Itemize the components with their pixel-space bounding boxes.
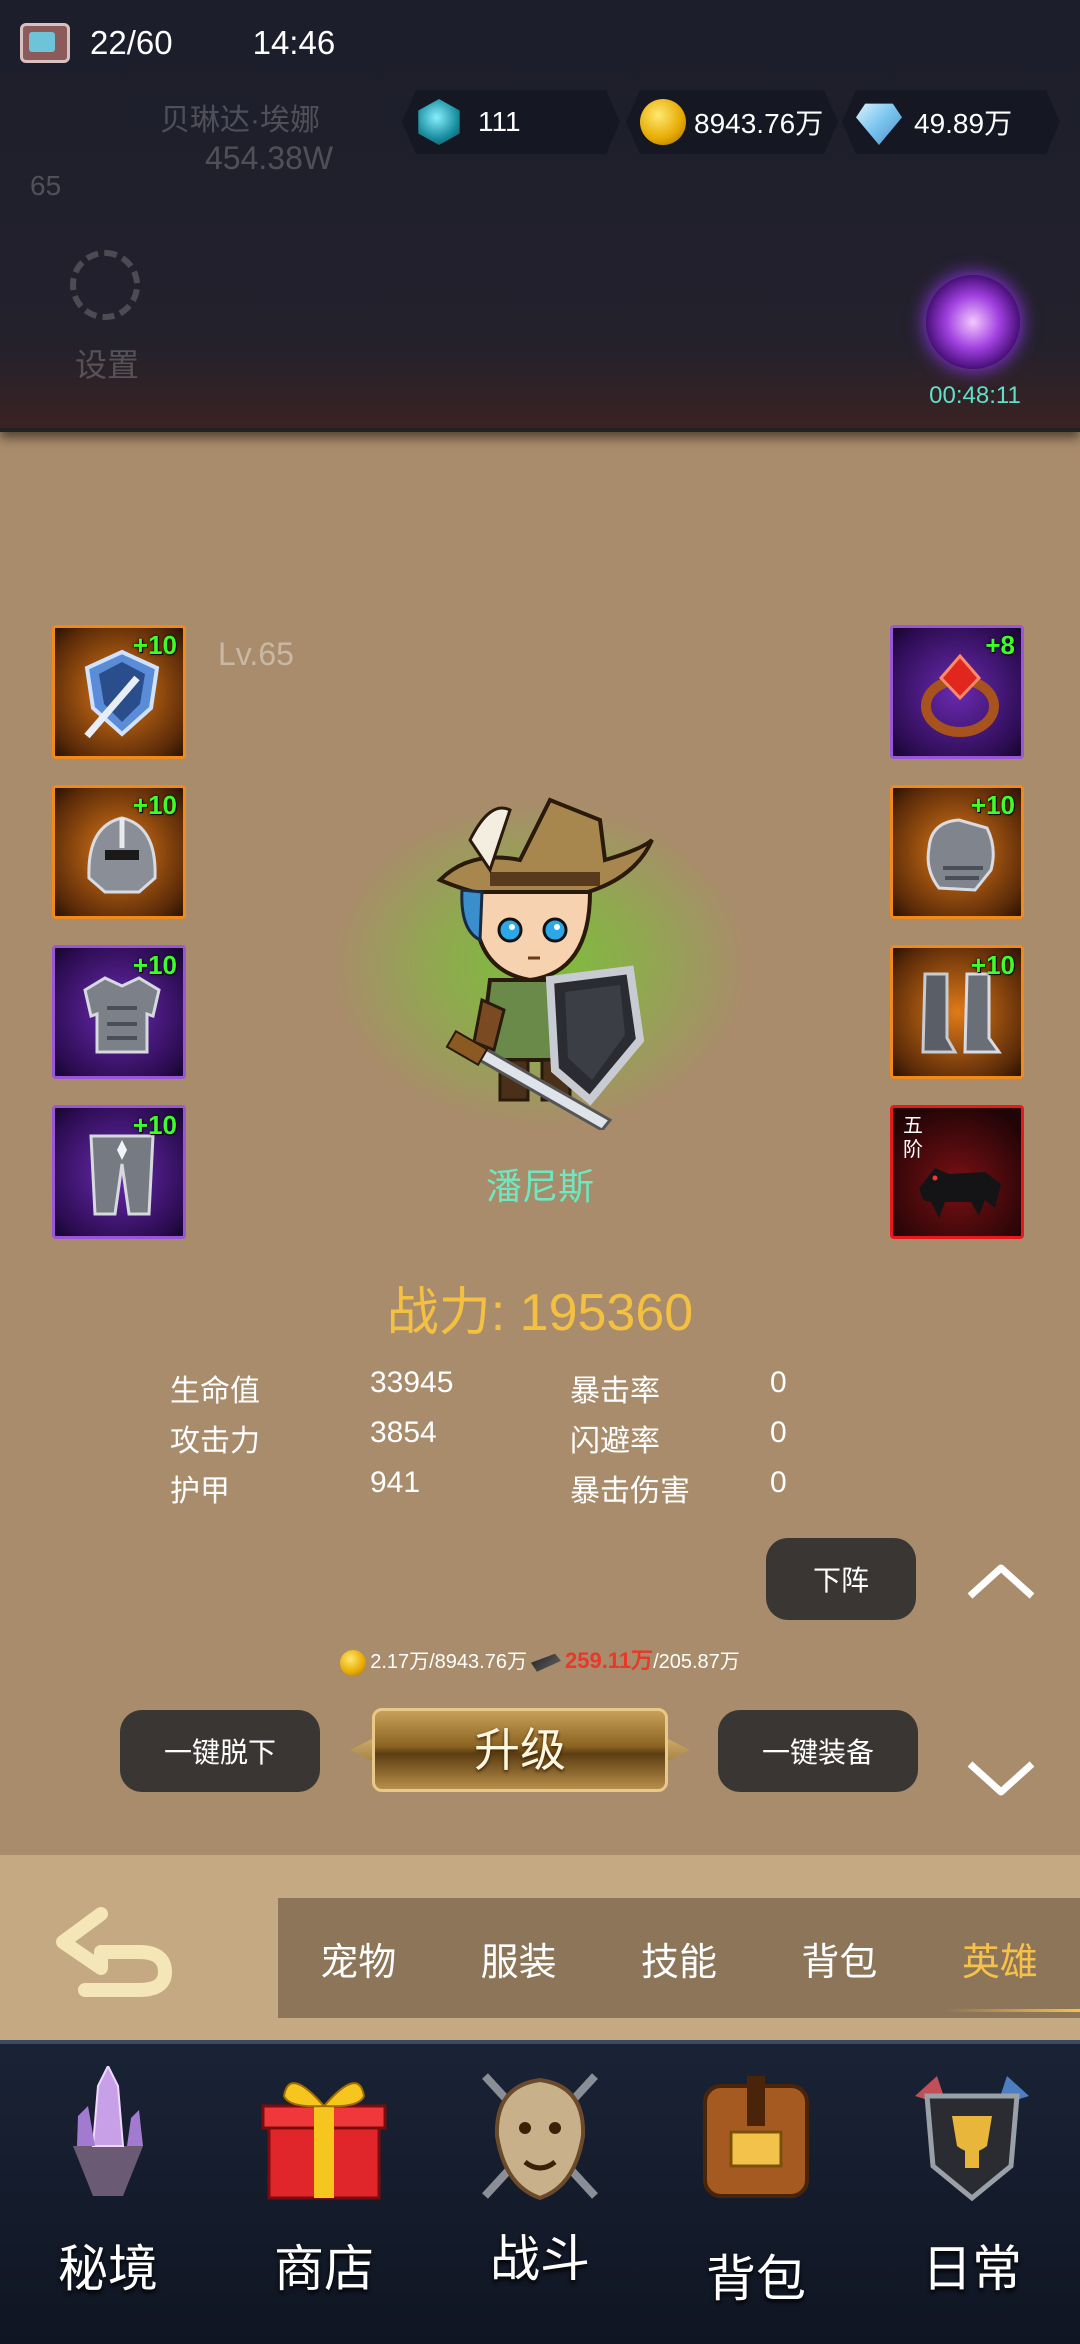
equip-slot-gloves[interactable]: +10: [890, 785, 1024, 919]
gold-cost: 2.17万/8943.76万: [370, 1651, 527, 1673]
tab-hero[interactable]: 英雄: [920, 1931, 1080, 2012]
hero-level: Lv.65: [218, 636, 294, 672]
gold-amount: 8943.76万: [694, 108, 824, 139]
enhance-level: +10: [132, 1110, 177, 1140]
equip-slot-weapon[interactable]: +10: [52, 625, 186, 759]
stat-label-attack: 攻击力: [170, 1425, 260, 1458]
gold-currency[interactable]: 8943.76万: [626, 90, 838, 154]
nav-battle[interactable]: 战斗: [432, 2044, 648, 2344]
nav-label: 商店: [274, 2241, 374, 2297]
stat-value-crit-rate: 0: [770, 1366, 787, 1399]
tv-icon[interactable]: [20, 23, 70, 63]
upgrade-button-label: 升级: [474, 1724, 566, 1776]
player-info-faded: 贝琳达·埃娜 454.38W 65 设置: [30, 85, 334, 415]
nav-label: 战斗: [490, 2231, 590, 2287]
nav-secret-realm[interactable]: 秘境: [0, 2044, 216, 2344]
clock: 14:46: [252, 24, 336, 61]
stat-value-attack: 3854: [370, 1416, 437, 1449]
hero-tabs: 宠物 服装 技能 背包 英雄: [278, 1898, 1080, 2018]
player-power: 454.38W: [205, 140, 334, 176]
tab-costume[interactable]: 服装: [438, 1931, 598, 1986]
crystal-icon: [416, 99, 462, 145]
gold-coin-icon: [340, 1649, 367, 1676]
magic-orb-icon[interactable]: [926, 275, 1020, 369]
enhance-level: +10: [132, 790, 177, 820]
upgrade-button[interactable]: 升级: [350, 1700, 690, 1800]
shield-sword-icon: [84, 649, 160, 739]
enhance-level: +10: [970, 790, 1015, 820]
diamond-currency[interactable]: 49.89万: [842, 90, 1060, 154]
stat-value-crit-damage: 0: [770, 1466, 787, 1499]
hero-character[interactable]: [430, 780, 660, 1130]
gear-icon: [70, 250, 140, 320]
equip-slot-boots[interactable]: +10: [890, 945, 1024, 1079]
equip-all-button[interactable]: 一键装备: [718, 1710, 918, 1792]
diamond-amount: 49.89万: [914, 108, 1013, 139]
nav-daily[interactable]: 日常: [864, 2044, 1080, 2344]
combat-power: 战力: 195360: [386, 1284, 694, 1342]
status-row: 22/60 14:46: [20, 18, 335, 68]
stat-label-armor: 护甲: [170, 1475, 230, 1508]
tab-skill[interactable]: 技能: [599, 1931, 759, 1986]
enhance-level: +10: [132, 950, 177, 980]
hero-name: 潘尼斯: [485, 1166, 594, 1207]
stat-label-dodge: 闪避率: [570, 1425, 660, 1458]
tab-backpack[interactable]: 背包: [759, 1931, 919, 1986]
orb-timer: 00:48:11: [929, 382, 1021, 409]
enhance-level: +10: [970, 950, 1015, 980]
gift-box-icon: [261, 2082, 387, 2200]
gauntlet-icon: [926, 818, 995, 892]
back-arrow-icon[interactable]: [55, 1900, 185, 2000]
stamina-counter: 22/60: [90, 24, 173, 61]
equip-slot-chest[interactable]: +10: [52, 945, 186, 1079]
nav-label: 背包: [706, 2251, 806, 2307]
stat-label-hp: 生命值: [170, 1375, 260, 1408]
stat-label-crit-rate: 暴击率: [570, 1375, 660, 1408]
crystal-amount: 111: [478, 106, 521, 137]
stat-value-dodge: 0: [770, 1416, 787, 1449]
settings-label: 设置: [75, 347, 140, 383]
lion-crest-icon: [482, 2073, 598, 2201]
upgrade-cost: 2.17万/8943.76万 259.11万/205.87万: [0, 1643, 1080, 1676]
nav-backpack[interactable]: 背包: [648, 2044, 864, 2344]
nav-label: 日常: [922, 2241, 1022, 2297]
ring-icon: [921, 653, 999, 737]
nav-label: 秘境: [58, 2241, 158, 2297]
backpack-icon: [703, 2076, 809, 2198]
chevron-down-icon[interactable]: [966, 1758, 1036, 1798]
gold-coin-icon: [640, 99, 686, 145]
stat-value-hp: 33945: [370, 1366, 454, 1399]
mount-tier: 五阶: [903, 1115, 923, 1161]
tab-pet[interactable]: 宠物: [278, 1931, 438, 1986]
material-need: /205.87万: [653, 1651, 740, 1673]
enhance-level: +10: [132, 630, 177, 660]
material-icon: [530, 1653, 561, 1672]
trophy-shield-icon: [915, 2076, 1029, 2202]
dismiss-button[interactable]: 下阵: [766, 1538, 916, 1620]
main-nav: 秘境 商店 战斗 背包 日常: [0, 2040, 1080, 2344]
diamond-icon: [856, 99, 902, 145]
stat-value-armor: 941: [370, 1466, 421, 1499]
equip-slot-ring[interactable]: +8: [890, 625, 1024, 759]
player-level: 65: [30, 170, 62, 201]
nav-shop[interactable]: 商店: [216, 2044, 432, 2344]
crystal-currency[interactable]: 111: [402, 90, 620, 154]
crystal-island-icon: [73, 2066, 143, 2196]
helmet-icon: [87, 816, 157, 894]
unequip-all-button[interactable]: 一键脱下: [120, 1710, 320, 1792]
material-have: 259.11万: [564, 1648, 654, 1673]
chest-armor-icon: [83, 976, 161, 1054]
equip-slot-helmet[interactable]: +10: [52, 785, 186, 919]
enhance-level: +8: [985, 630, 1015, 660]
stat-label-crit-damage: 暴击伤害: [570, 1475, 690, 1508]
boots-icon: [921, 972, 1002, 1054]
chevron-up-icon[interactable]: [966, 1562, 1036, 1602]
player-name: 贝琳达·埃娜: [160, 104, 320, 137]
